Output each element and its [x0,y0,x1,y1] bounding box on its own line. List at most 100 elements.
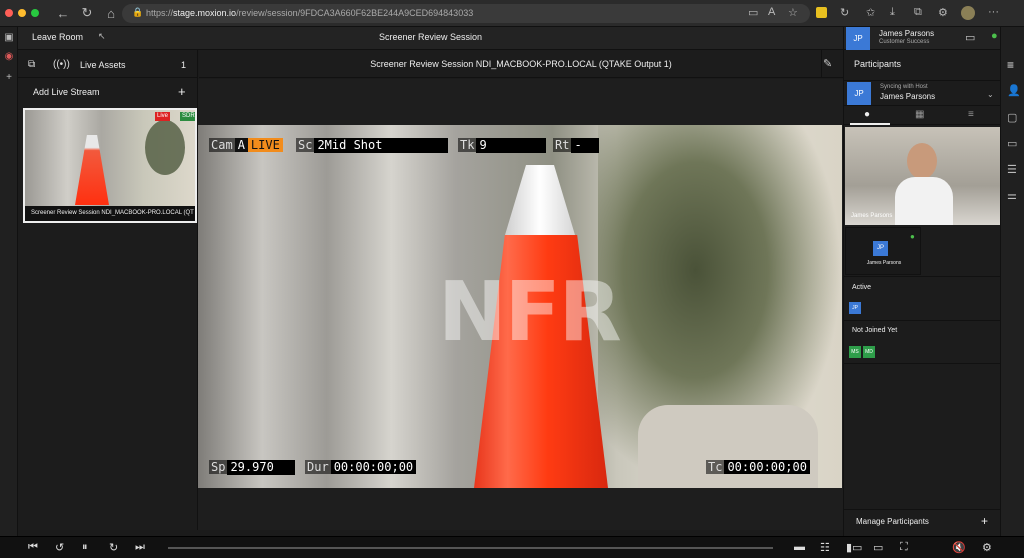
live-asset-card[interactable]: Live SDR Screener Review Session NDI_MAC… [23,108,197,223]
slate-tk-value: 9 [476,138,547,153]
live-assets-row[interactable]: ⧉ ((•)) Live Assets 1 [18,52,198,78]
slate-cam-label: Cam [209,138,235,152]
subbar-divider [821,50,822,78]
pause-icon[interactable]: ⏸ [82,541,88,554]
timeline-scrubber[interactable] [168,547,773,549]
playlist-icon[interactable]: ☰ [1007,163,1017,176]
reload-icon[interactable]: ↻ [75,5,99,21]
manage-participants-row[interactable]: Manage Participants + [844,509,1001,536]
participants-icon[interactable]: 👤 [1007,84,1021,97]
reader-icon[interactable]: A [768,6,775,18]
slate-cam-value: A [234,138,248,152]
collections-icon[interactable]: ⧉ [914,6,922,19]
participant-face [907,143,937,179]
add-live-stream-label: Add Live Stream [33,87,100,97]
add-icon[interactable]: + [3,72,15,84]
speaker-view-icon[interactable]: ● [864,109,870,120]
close-window-button[interactable] [5,9,13,17]
not-joined-avatar[interactable]: MD [863,346,875,358]
adjustments-icon[interactable]: ⚌ [1007,189,1017,202]
slate-sp-value: 29.970 [227,460,296,475]
microphone-icon[interactable]: ● [991,30,998,42]
refresh-extension-icon[interactable]: ↻ [840,6,849,19]
participant-shirt [895,177,953,225]
not-joined-avatar[interactable]: MS [849,346,861,358]
slate-duration: Dur 00:00:00;00 [305,460,417,475]
lamp-cap [505,165,575,235]
playback-controls: ⏮ ↺ ⏸ ↻ ⏭ ▬ ☷ ▮▭ ▭ ⛶ 🔇 ⚙ [0,536,1024,558]
layout-wide-icon[interactable]: ▭ [873,541,883,554]
more-menu-icon[interactable]: ··· [988,6,999,18]
add-stream-icon[interactable]: + [178,79,186,105]
user-avatar[interactable]: JP [846,27,870,50]
settings-icon[interactable]: ⚙ [938,6,948,19]
add-participant-icon[interactable]: + [981,514,988,528]
sync-label: Syncing with Host [880,84,928,90]
divider [844,320,1001,321]
settings-gear-icon[interactable]: ⚙ [982,541,992,554]
thumbnail-image: Live SDR [25,110,195,206]
active-tab-indicator [850,123,890,125]
favorites-icon[interactable]: ✩ [866,6,875,19]
user-name: James Parsons [879,29,935,38]
record-icon[interactable]: ◉ [3,51,15,63]
back-icon[interactable]: ← [51,6,75,21]
download-icon[interactable]: ⤓ [890,6,895,19]
thumb-sdr-badge: SDR [180,112,195,121]
slate-timecode: Tc 00:00:00;00 [706,460,810,475]
tile-avatar: JP [873,241,888,256]
sync-row[interactable]: JP Syncing with Host James Parsons ⌄ [844,80,1001,106]
live-assets-count: 1 [181,60,187,70]
list-view-icon[interactable]: ≡ [968,109,974,120]
browser-toolbar: ← ↻ ⌂ https://stage.moxion.io/review/ses… [0,0,1024,27]
participant-tile[interactable]: JP ● James Parsons [845,227,921,275]
slate-scene: Sc 2Mid Shot [296,138,449,153]
favorite-icon[interactable]: ☆ [788,6,798,19]
home-icon[interactable]: ⌂ [99,6,123,21]
right-rail: ≡ 👤 ▢ ▭ ☰ ⚌ [1000,27,1024,558]
sidebar-toggle-icon[interactable]: ▣ [3,32,15,44]
skip-back-icon[interactable]: ⏮ [28,541,38,554]
notes-icon[interactable]: ▢ [1007,111,1017,124]
live-assets-label: Live Assets [80,60,126,70]
participants-panel: JP James Parsons Customer Success ▭ ● Pa… [843,27,1001,536]
video-player[interactable]: NFR Cam A LIVE Sc 2Mid Shot Tk 9 Rt - Sp 29.97… [198,125,842,488]
session-title: Screener Review Session [378,32,483,42]
slate-take: Tk 9 [458,138,547,153]
view-tabs: ● ▦ ≡ [844,107,1001,125]
chevron-down-icon[interactable]: ⌄ [987,90,994,99]
mute-icon[interactable]: 🔇 [952,541,966,554]
not-joined-label: Not Joined Yet [852,327,898,334]
manage-participants-label: Manage Participants [856,517,929,526]
forward-icon[interactable]: ↻ [109,541,118,554]
divider [844,276,1001,277]
slate-sc-label: Sc [296,138,315,152]
maximize-window-button[interactable] [31,9,39,17]
menu-icon[interactable]: ≡ [1007,58,1014,72]
participant-video[interactable]: James Parsons [845,127,1001,225]
thumbnail-lamp [75,135,109,205]
skip-forward-icon[interactable]: ⏭ [135,541,145,554]
grid-view-icon[interactable]: ▦ [915,109,924,120]
video-camera-icon[interactable]: ▭ [965,31,975,44]
active-avatar[interactable]: JP [849,302,861,314]
chat-icon[interactable]: ▭ [1007,137,1017,150]
layout-single-icon[interactable]: ▬ [794,541,805,553]
pot [638,405,818,488]
rewind-icon[interactable]: ↺ [55,541,64,554]
edit-icon[interactable]: ✎ [823,50,832,78]
layout-split-icon[interactable]: ▮▭ [846,541,862,554]
extension-icon[interactable] [816,7,827,18]
left-rail: ▣ ◉ + [0,27,18,558]
add-live-stream-row[interactable]: Add Live Stream + [18,79,198,105]
camera-icon[interactable]: ▭ [748,6,758,19]
address-bar[interactable]: https://stage.moxion.io/review/session/9… [122,4,810,23]
thumb-live-badge: Live [155,112,171,121]
nfr-watermark: NFR [438,265,622,360]
slate-tk-label: Tk [458,138,477,152]
copy-icon[interactable]: ⧉ [28,52,35,78]
layout-list-icon[interactable]: ☷ [820,541,830,554]
minimize-window-button[interactable] [18,9,26,17]
profile-avatar[interactable] [961,6,975,20]
fullscreen-icon[interactable]: ⛶ [900,541,908,554]
